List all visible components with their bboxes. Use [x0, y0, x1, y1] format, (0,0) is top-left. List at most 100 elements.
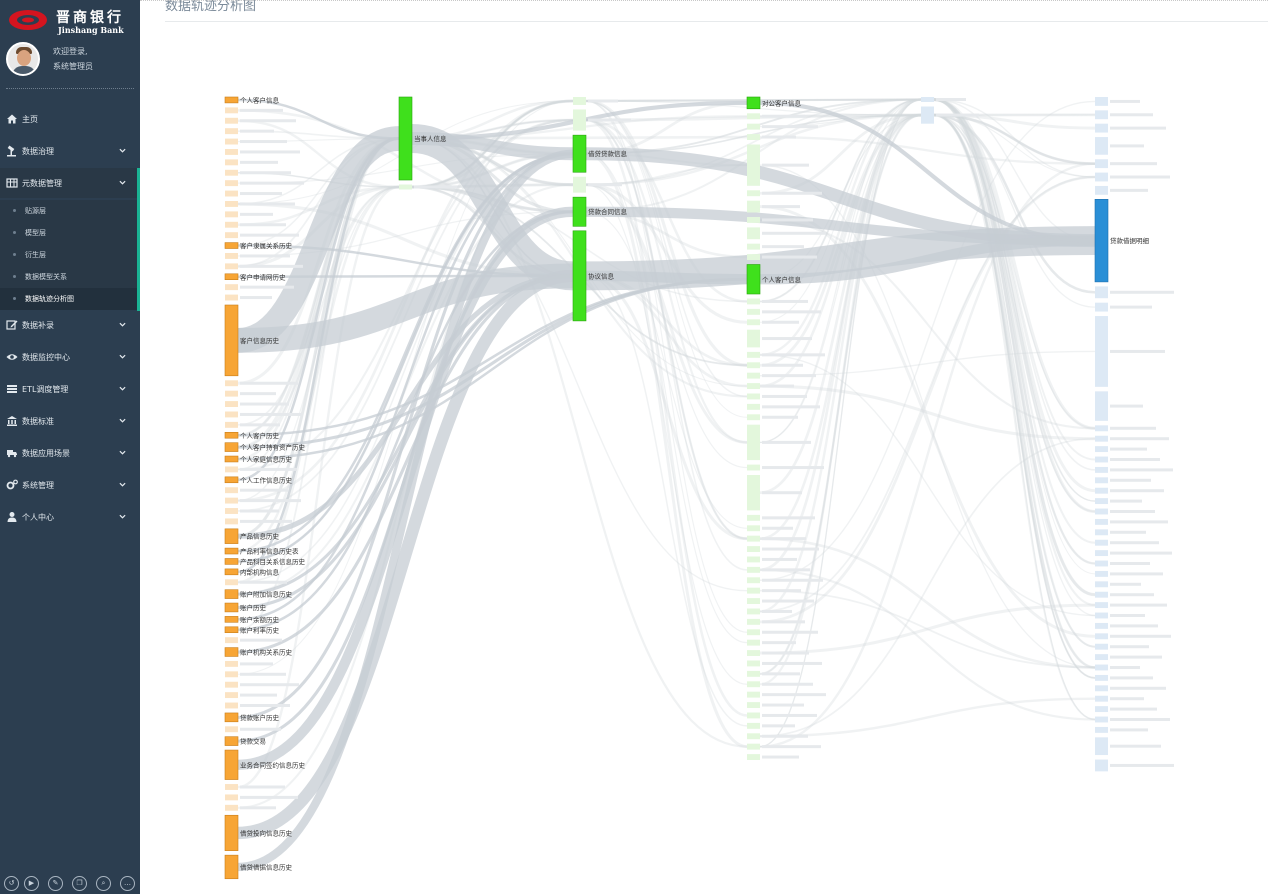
- sankey-node[interactable]: [225, 232, 238, 239]
- sidebar-item-metadata[interactable]: 元数据管理: [0, 168, 137, 198]
- sankey-node[interactable]: [1095, 716, 1108, 723]
- sankey-node[interactable]: [224, 647, 239, 657]
- sankey-node[interactable]: [747, 298, 760, 305]
- sidebar-item-data-standards[interactable]: 数据标准: [0, 406, 137, 436]
- brand-logo[interactable]: 晋商银行 Jinshang Bank: [6, 4, 134, 35]
- sankey-node[interactable]: [1095, 570, 1108, 577]
- sankey-node[interactable]: [224, 814, 239, 851]
- sankey-node[interactable]: [572, 230, 587, 322]
- sankey-node[interactable]: [747, 670, 760, 677]
- sankey-node[interactable]: [224, 854, 239, 880]
- sidebar-item-data-governance[interactable]: 数据治理: [0, 136, 137, 166]
- sankey-node[interactable]: [224, 589, 239, 599]
- sankey-node[interactable]: [1095, 446, 1108, 453]
- sankey-node[interactable]: [1095, 633, 1108, 640]
- sankey-node[interactable]: [747, 123, 760, 130]
- sankey-node[interactable]: [747, 144, 760, 186]
- sankey-node[interactable]: [747, 639, 760, 646]
- sankey-node[interactable]: [225, 637, 238, 644]
- lineage-sankey-chart[interactable]: 个人客户信息客户隶属关系历史客户申请网历史客户信息历史个人客户历史个人客户持有资…: [140, 0, 1268, 894]
- sankey-node[interactable]: [225, 671, 238, 678]
- sankey-node[interactable]: [224, 616, 239, 623]
- sankey-node[interactable]: [1095, 477, 1108, 484]
- sankey-node[interactable]: [225, 401, 238, 407]
- sankey-node[interactable]: [225, 284, 238, 291]
- sankey-node[interactable]: [747, 546, 760, 552]
- sankey-node[interactable]: [225, 211, 238, 218]
- sankey-node[interactable]: [225, 660, 238, 667]
- sidebar-item-monitoring[interactable]: 数据监控中心: [0, 342, 137, 372]
- sankey-node[interactable]: [747, 722, 760, 729]
- sankey-node[interactable]: [747, 525, 760, 532]
- sankey-node[interactable]: [225, 579, 238, 586]
- sankey-node[interactable]: [1095, 706, 1108, 713]
- sankey-node[interactable]: [225, 518, 238, 525]
- sankey-node[interactable]: [572, 134, 587, 173]
- sankey-node[interactable]: [224, 96, 239, 104]
- sankey-node[interactable]: [747, 598, 760, 604]
- sankey-node[interactable]: [1095, 435, 1108, 442]
- sankey-node[interactable]: [225, 692, 238, 699]
- sankey-node[interactable]: [573, 97, 586, 105]
- sankey-node[interactable]: [225, 138, 238, 145]
- sankey-node[interactable]: [747, 691, 760, 698]
- sankey-node[interactable]: [1095, 664, 1108, 671]
- submenu-item-derived-layer[interactable]: 衍生层: [0, 244, 137, 266]
- sankey-node[interactable]: [746, 96, 761, 110]
- sankey-node[interactable]: [1095, 110, 1108, 120]
- sankey-node[interactable]: [1095, 529, 1108, 536]
- sankey-node[interactable]: [1095, 560, 1108, 567]
- sankey-node[interactable]: [747, 702, 760, 708]
- sidebar-item-etl[interactable]: ETL调度管理: [0, 374, 137, 404]
- sankey-node[interactable]: [225, 726, 238, 733]
- sankey-node[interactable]: [225, 784, 238, 790]
- sankey-node[interactable]: [225, 421, 238, 428]
- sankey-node[interactable]: [1095, 759, 1108, 772]
- sankey-node[interactable]: [224, 626, 239, 633]
- sankey-node[interactable]: [224, 431, 239, 439]
- sankey-node[interactable]: [225, 380, 238, 387]
- sankey-node[interactable]: [225, 411, 238, 418]
- sankey-node[interactable]: [1095, 498, 1108, 505]
- sankey-node[interactable]: [224, 476, 239, 484]
- sankey-node[interactable]: [747, 556, 760, 563]
- sankey-node[interactable]: [747, 362, 760, 369]
- sankey-node[interactable]: [1095, 581, 1108, 588]
- sankey-node[interactable]: [747, 414, 760, 421]
- sankey-node[interactable]: [224, 568, 239, 576]
- sankey-node[interactable]: [573, 109, 586, 131]
- sankey-node[interactable]: [225, 169, 238, 176]
- sankey-node[interactable]: [747, 243, 760, 250]
- sankey-node[interactable]: [1095, 737, 1108, 756]
- sankey-node[interactable]: [224, 528, 239, 544]
- sankey-node[interactable]: [747, 113, 760, 120]
- more-icon[interactable]: …: [120, 876, 135, 891]
- sankey-node[interactable]: [1095, 674, 1108, 681]
- sankey-node[interactable]: [747, 190, 760, 197]
- sankey-node[interactable]: [225, 190, 238, 197]
- sankey-node[interactable]: [1095, 316, 1108, 387]
- avatar[interactable]: [6, 42, 40, 76]
- sankey-node[interactable]: [747, 650, 760, 656]
- sankey-node[interactable]: [1095, 466, 1108, 473]
- sankey-node[interactable]: [1095, 612, 1108, 619]
- sankey-node[interactable]: [747, 227, 760, 240]
- sankey-node[interactable]: [747, 475, 760, 511]
- sankey-node[interactable]: [1095, 159, 1108, 169]
- sankey-node[interactable]: [225, 508, 238, 514]
- sankey-node[interactable]: [224, 304, 239, 377]
- sankey-node[interactable]: [225, 681, 238, 688]
- sankey-node[interactable]: [1095, 123, 1108, 133]
- copy-icon[interactable]: ❐: [72, 876, 87, 891]
- sankey-node[interactable]: [747, 351, 760, 358]
- sankey-node[interactable]: [747, 629, 760, 636]
- sankey-node[interactable]: [399, 184, 412, 190]
- sankey-node[interactable]: [746, 264, 761, 295]
- sankey-node[interactable]: [1095, 685, 1108, 692]
- sankey-node[interactable]: [1095, 550, 1108, 557]
- sankey-node[interactable]: [224, 273, 239, 280]
- sankey-node[interactable]: [1095, 137, 1108, 155]
- sankey-node[interactable]: [225, 117, 238, 124]
- sankey-node[interactable]: [1095, 591, 1108, 598]
- sankey-node[interactable]: [747, 200, 760, 213]
